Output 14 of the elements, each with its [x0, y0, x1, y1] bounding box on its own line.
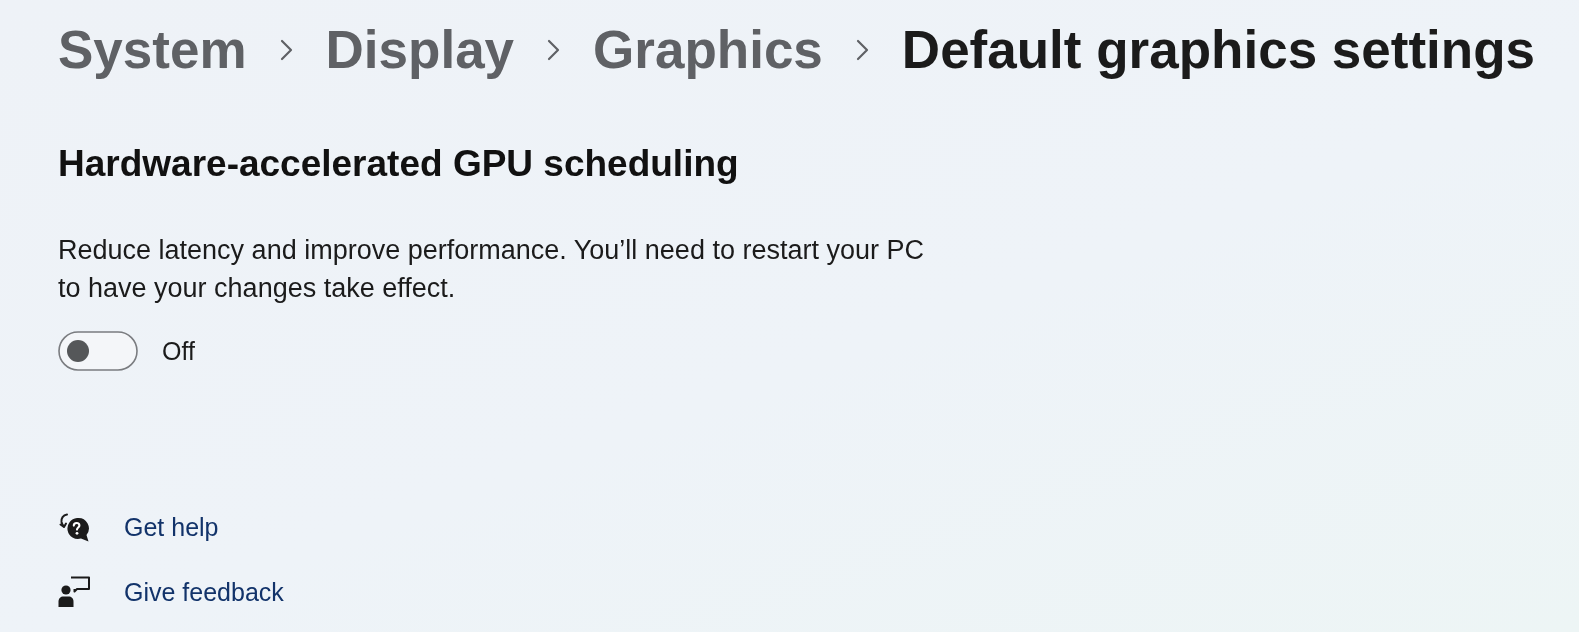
chevron-icon [279, 39, 293, 61]
toggle-switch[interactable] [58, 331, 138, 372]
toggle-state-label: Off [162, 336, 195, 367]
page-title: Default graphics settings [901, 19, 1536, 82]
setting-heading: Hardware-accelerated GPU scheduling [58, 142, 739, 186]
chevron-icon [547, 39, 561, 61]
setting-description: Reduce latency and improve performance. You’ll need to restart your PC to have your changes take effect. [58, 234, 925, 306]
breadcrumb-link[interactable]: System [58, 18, 247, 82]
chevron-icon [855, 39, 869, 61]
breadcrumb-link[interactable]: Display [325, 18, 515, 82]
breadcrumb-link[interactable]: Graphics [593, 18, 823, 82]
help-link[interactable]: Get help [124, 511, 219, 542]
help-link[interactable]: Give feedback [124, 576, 284, 607]
person-speech-icon [58, 575, 90, 608]
